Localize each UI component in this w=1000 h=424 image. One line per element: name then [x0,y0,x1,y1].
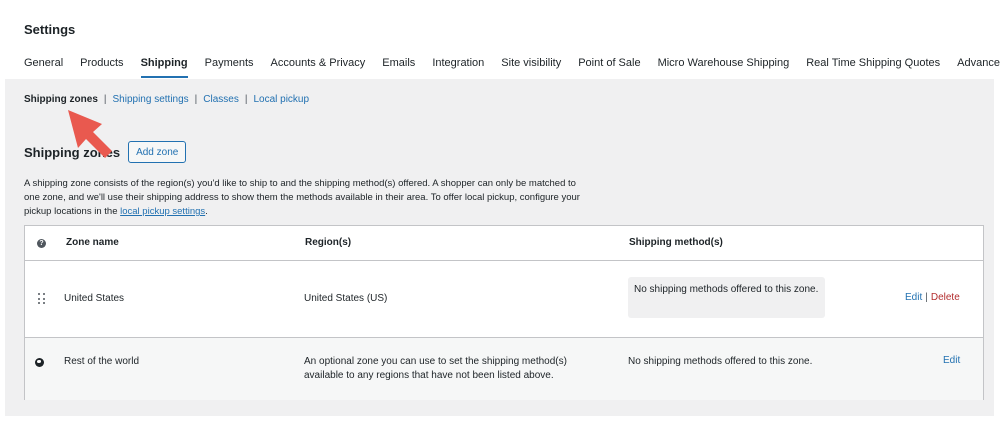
description-text: A shipping zone consists of the region(s… [24,178,580,217]
header-regions: Region(s) [305,237,352,248]
subnav-classes[interactable]: Classes [203,94,239,105]
tab-accounts-privacy[interactable]: Accounts & Privacy [271,57,366,78]
subnav-separator: | [103,94,107,105]
row-actions: Edit | Delete [905,292,960,303]
tab-site-visibility[interactable]: Site visibility [501,57,561,78]
tab-integration[interactable]: Integration [432,57,484,78]
table-row[interactable]: Rest of the world An optional zone you c… [25,338,983,400]
globe-icon [35,358,44,367]
table-header: ? Zone name Region(s) Shipping method(s) [25,226,983,261]
header-shipping-methods: Shipping method(s) [629,237,723,248]
subnav-local-pickup[interactable]: Local pickup [253,94,309,105]
tab-point-of-sale[interactable]: Point of Sale [578,57,640,78]
zone-regions: United States (US) [304,293,388,304]
local-pickup-settings-link[interactable]: local pickup settings [120,206,205,217]
shipping-zones-table: ? Zone name Region(s) Shipping method(s)… [24,225,984,400]
action-separator: | [925,292,928,303]
shipping-methods-cell: No shipping methods offered to this zone… [628,356,813,367]
edit-link[interactable]: Edit [943,355,960,366]
row-actions: Edit [943,355,960,366]
tab-micro-warehouse-shipping[interactable]: Micro Warehouse Shipping [658,57,790,78]
delete-link[interactable]: Delete [931,292,960,303]
add-zone-button[interactable]: Add zone [128,141,187,163]
zone-name: Rest of the world [64,356,140,367]
zone-name: United States [64,293,125,304]
tab-advanced[interactable]: Advanced [957,57,1000,78]
subnav-shipping-settings[interactable]: Shipping settings [113,94,189,105]
table-row[interactable]: United States United States (US) No ship… [25,261,983,338]
shipping-subnav: Shipping zones | Shipping settings | Cla… [24,94,309,105]
description-end: . [205,206,208,217]
tab-payments[interactable]: Payments [205,57,254,78]
help-icon[interactable]: ? [37,239,46,248]
header-zone-name: Zone name [66,237,119,248]
shipping-methods-cell: No shipping methods offered to this zone… [628,277,825,318]
section-header: Shipping zones Add zone [24,141,187,163]
subnav-separator: | [244,94,248,105]
tab-real-time-shipping-quotes[interactable]: Real Time Shipping Quotes [806,57,940,78]
tab-products[interactable]: Products [80,57,123,78]
section-description: A shipping zone consists of the region(s… [24,177,594,219]
tab-emails[interactable]: Emails [382,57,415,78]
settings-tabs: General Products Shipping Payments Accou… [24,57,1000,78]
tab-general[interactable]: General [24,57,63,78]
zone-regions: An optional zone you can use to set the … [304,356,567,381]
tab-shipping[interactable]: Shipping [140,57,188,78]
shipping-content: Shipping zones | Shipping settings | Cla… [5,79,994,416]
page-title: Settings [24,22,76,37]
drag-handle-icon[interactable] [38,293,46,305]
subnav-shipping-zones[interactable]: Shipping zones [24,94,98,105]
subnav-separator: | [194,94,198,105]
edit-link[interactable]: Edit [905,292,922,303]
section-title: Shipping zones [24,144,121,160]
